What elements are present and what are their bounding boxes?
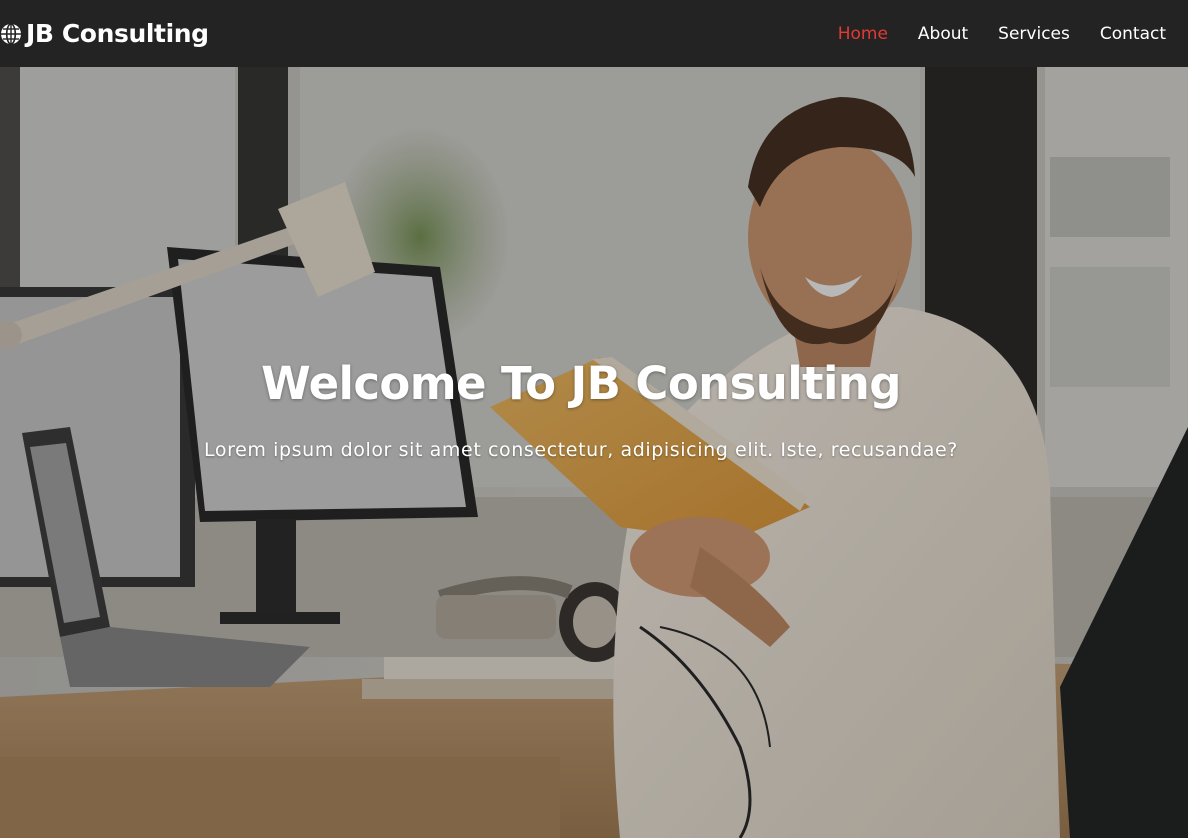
navbar: JB Consulting Home About Services Contac… xyxy=(0,0,1188,67)
nav-link-about[interactable]: About xyxy=(918,24,968,44)
nav-links: Home About Services Contact xyxy=(808,0,1188,67)
hero-section: Welcome To JB Consulting Lorem ipsum dol… xyxy=(0,67,1188,838)
nav-link-contact[interactable]: Contact xyxy=(1100,24,1166,44)
brand-name: JB Consulting xyxy=(26,19,209,48)
globe-icon xyxy=(0,22,22,45)
nav-link-services[interactable]: Services xyxy=(998,24,1070,44)
hero-title: Welcome To JB Consulting xyxy=(261,357,901,410)
hero-subtitle: Lorem ipsum dolor sit amet consectetur, … xyxy=(204,439,958,461)
brand-logo-link[interactable]: JB Consulting xyxy=(0,0,209,67)
nav-link-home[interactable]: Home xyxy=(838,24,888,44)
